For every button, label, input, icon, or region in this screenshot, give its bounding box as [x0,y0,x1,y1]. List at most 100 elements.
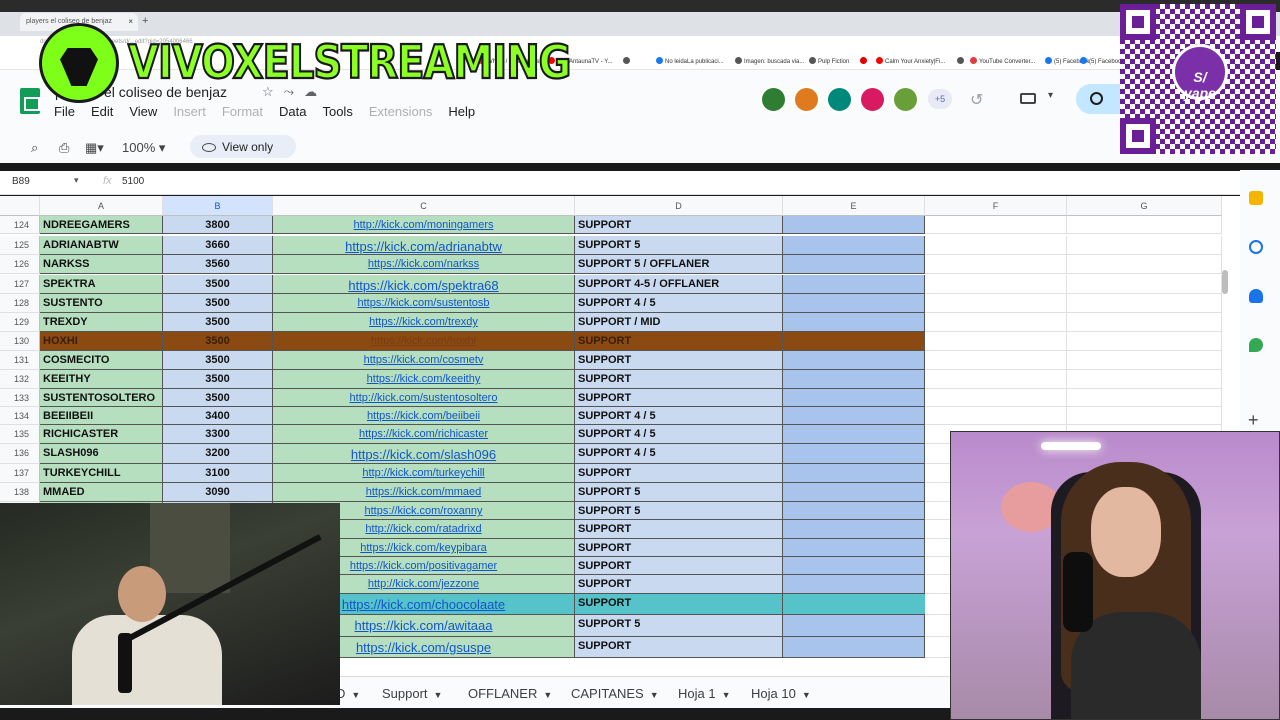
kick-link-cell[interactable]: https://kick.com/mmaed [273,483,575,502]
kick-link[interactable]: https://kick.com/gsuspe [356,640,491,655]
empty-cell-e[interactable] [783,370,925,389]
empty-cell-f[interactable] [925,351,1067,370]
empty-cell-g[interactable] [1067,351,1222,370]
player-name-cell[interactable]: KEEITHY [40,370,163,389]
empty-cell-e[interactable] [783,407,925,425]
menu-item-edit[interactable]: Edit [91,104,113,119]
more-collaborators-badge[interactable]: +5 [928,89,952,109]
role-cell[interactable]: SUPPORT [575,539,783,557]
role-cell[interactable]: SUPPORT / MID [575,313,783,332]
empty-cell-e[interactable] [783,557,925,575]
empty-cell-e[interactable] [783,236,925,255]
kick-link[interactable]: https://kick.com/choocolaate [342,597,505,612]
empty-cell-g[interactable] [1067,332,1222,351]
empty-cell-f[interactable] [925,275,1067,294]
role-cell[interactable]: SUPPORT 4 / 5 [575,425,783,444]
player-name-cell[interactable]: BEEIIBEII [40,407,163,425]
row-number[interactable]: 125 [0,236,40,255]
column-header-g[interactable]: G [1067,196,1222,216]
empty-cell-e[interactable] [783,313,925,332]
chevron-down-icon[interactable]: ▼ [434,690,443,700]
role-cell[interactable]: SUPPORT [575,575,783,594]
kick-link[interactable]: https://kick.com/trexdy [369,316,478,328]
empty-cell-g[interactable] [1067,216,1222,234]
player-name-cell[interactable]: RICHICASTER [40,425,163,444]
kick-link-cell[interactable]: https://kick.com/beiibeii [273,407,575,425]
format-icon[interactable]: ▦▾ [85,140,104,156]
row-number[interactable]: 129 [0,313,40,332]
history-icon[interactable]: ↺ [970,90,983,110]
empty-cell-f[interactable] [925,370,1067,389]
player-name-cell[interactable]: TREXDY [40,313,163,332]
empty-cell-e[interactable] [783,425,925,444]
kick-link-cell[interactable]: https://kick.com/adrianabtw [273,236,575,255]
kick-link-cell[interactable]: https://kick.com/narkss [273,255,575,274]
empty-cell-g[interactable] [1067,313,1222,332]
column-header-f[interactable]: F [925,196,1067,216]
bookmark-item[interactable] [860,57,869,65]
empty-cell-e[interactable] [783,216,925,234]
empty-cell-f[interactable] [925,332,1067,351]
row-number[interactable]: 136 [0,444,40,464]
player-name-cell[interactable]: SPEKTRA [40,275,163,294]
menu-item-help[interactable]: Help [448,104,475,119]
row-number[interactable]: 137 [0,464,40,483]
empty-cell-e[interactable] [783,275,925,294]
collaborator-avatar[interactable] [859,86,886,113]
empty-cell-f[interactable] [925,313,1067,332]
kick-link[interactable]: https://kick.com/mmaed [366,486,482,498]
role-cell[interactable]: SUPPORT [575,637,783,658]
kick-link[interactable]: https://kick.com/spektra68 [348,278,498,293]
score-cell[interactable]: 3400 [163,407,273,425]
kick-link[interactable]: https://kick.com/adrianabtw [345,239,502,254]
empty-cell-g[interactable] [1067,236,1222,255]
kick-link[interactable]: https://kick.com/narkss [368,258,479,270]
add-addon-icon[interactable]: + [1248,410,1259,431]
row-number[interactable]: 130 [0,332,40,351]
empty-cell-e[interactable] [783,389,925,407]
sheet-tab[interactable]: Hoja 1 ▼ [678,686,731,701]
kick-link[interactable]: https://kick.com/sustentosb [357,297,489,309]
player-name-cell[interactable]: SUSTENTO [40,294,163,313]
row-number[interactable]: 133 [0,389,40,407]
role-cell[interactable]: SUPPORT [575,332,783,351]
player-name-cell[interactable]: SUSTENTOSOLTERO [40,389,163,407]
empty-cell-e[interactable] [783,332,925,351]
player-name-cell[interactable]: SLASH096 [40,444,163,464]
new-tab-icon[interactable]: + [142,15,148,27]
row-number[interactable]: 124 [0,216,40,234]
vertical-scrollbar[interactable] [1222,270,1228,294]
chevron-down-icon[interactable]: ▼ [543,690,552,700]
bookmark-item[interactable]: Calm Your Anxiety|Fi... [876,57,945,65]
kick-link[interactable]: http://kick.com/turkeychill [362,467,484,479]
row-number[interactable]: 126 [0,255,40,274]
empty-cell-g[interactable] [1067,294,1222,313]
kick-link-cell[interactable]: http://kick.com/sustentosoltero [273,389,575,407]
collaborator-avatar[interactable] [760,86,787,113]
sheet-tab[interactable]: Support ▼ [382,686,442,701]
menu-item-format[interactable]: Format [222,104,263,119]
close-tab-icon[interactable]: × [128,17,133,26]
role-cell[interactable]: SUPPORT 4 / 5 [575,294,783,313]
role-cell[interactable]: SUPPORT 5 [575,236,783,255]
sheet-tab[interactable]: OFFLANER ▼ [468,686,552,701]
menu-item-file[interactable]: File [54,104,75,119]
empty-cell-e[interactable] [783,444,925,464]
menu-item-view[interactable]: View [129,104,157,119]
kick-link[interactable]: https://kick.com/beiibeii [367,410,480,422]
score-cell[interactable]: 3090 [163,483,273,502]
kick-link[interactable]: http://kick.com/sustentosoltero [350,392,498,404]
bookmark-item[interactable]: YouTube Converter... [970,57,1035,65]
row-number[interactable]: 138 [0,483,40,502]
kick-link-cell[interactable]: https://kick.com/richicaster [273,425,575,444]
kick-link[interactable]: https://kick.com/cosmetv [364,354,484,366]
score-cell[interactable]: 3500 [163,275,273,294]
maps-icon[interactable] [1249,338,1263,352]
chevron-down-icon[interactable]: ▾ [74,175,79,186]
score-cell[interactable]: 3100 [163,464,273,483]
role-cell[interactable]: SUPPORT [575,557,783,575]
chevron-down-icon[interactable]: ▼ [351,690,360,700]
empty-cell-e[interactable] [783,615,925,637]
name-box[interactable]: B89 [12,176,30,187]
chevron-down-icon[interactable]: ▼ [722,690,731,700]
